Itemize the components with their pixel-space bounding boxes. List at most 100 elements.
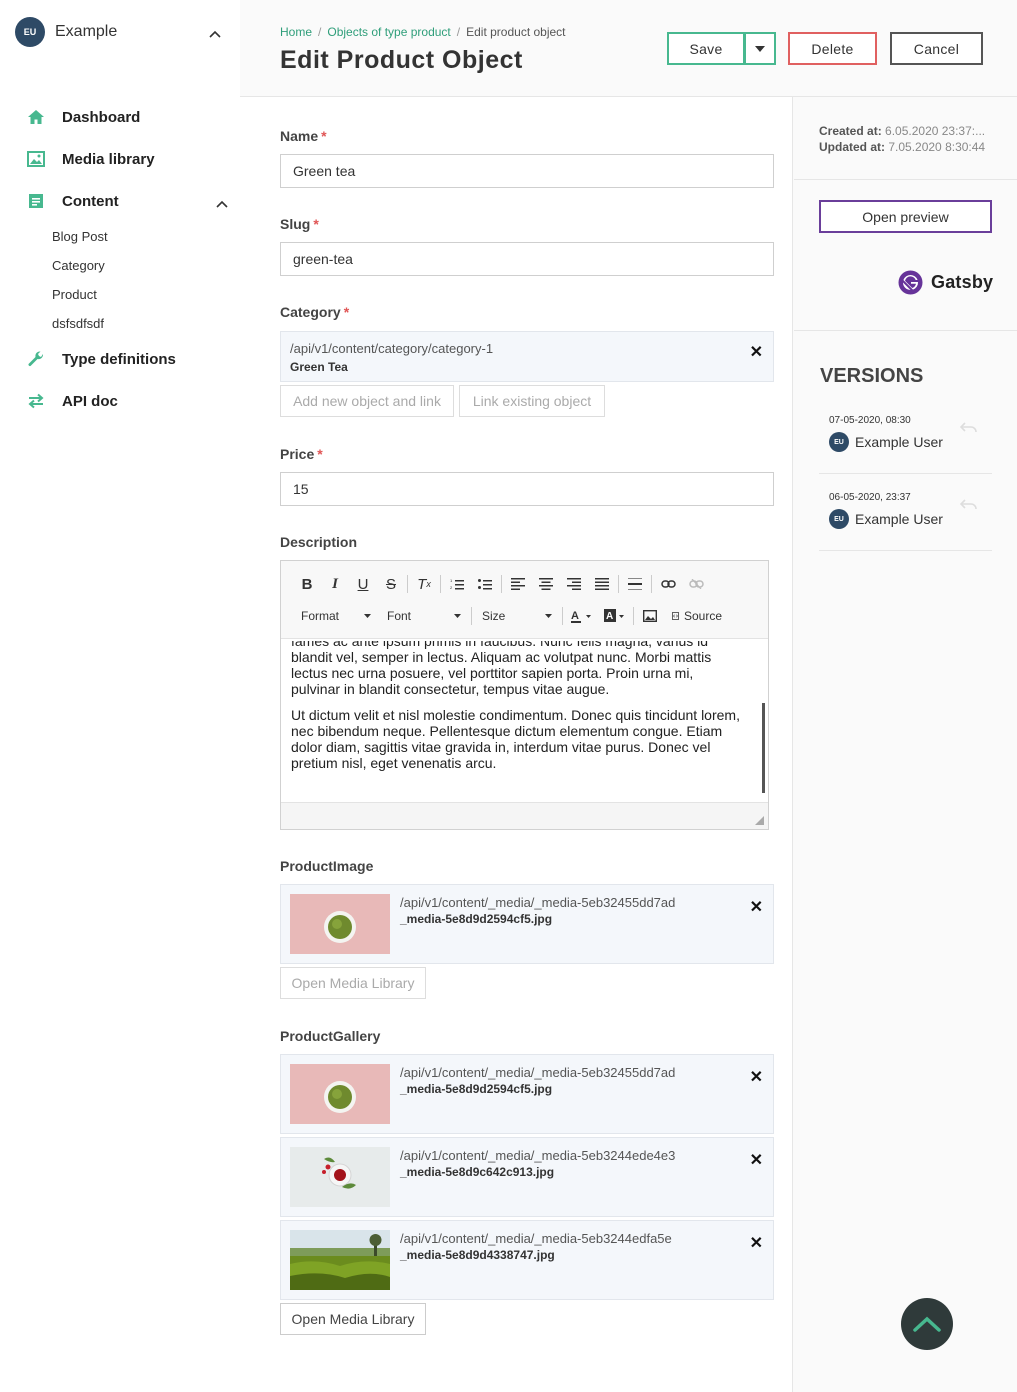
gallery-item: /api/v1/content/_media/_media-5eb3244ede… — [280, 1137, 774, 1217]
version-item[interactable]: 06-05-2020, 23:37 EU Example User — [819, 474, 992, 551]
source-button[interactable]: Source — [664, 605, 730, 627]
toolbar-separator — [633, 607, 634, 625]
nav-media-library[interactable]: Media library — [0, 138, 240, 180]
restore-icon[interactable] — [959, 419, 978, 437]
clear-format-icon[interactable]: Tx — [410, 573, 438, 595]
nav-sub-product[interactable]: Product — [0, 280, 240, 309]
resize-handle-icon[interactable] — [755, 816, 764, 825]
media-path: /api/v1/content/_media/_media-5eb3244ede… — [400, 1148, 676, 1163]
page-header: Home / Objects of type product / Edit pr… — [240, 0, 1017, 97]
name-input[interactable]: Green tea — [280, 154, 774, 188]
nav-sub-blog-post[interactable]: Blog Post — [0, 222, 240, 251]
media-filename: _media-5e8d9d4338747.jpg — [400, 1248, 555, 1262]
italic-icon[interactable]: I — [321, 573, 349, 595]
align-left-icon[interactable] — [504, 573, 532, 595]
price-label: Price * — [280, 446, 323, 462]
scroll-to-top-button[interactable] — [901, 1298, 953, 1350]
project-avatar: EU — [15, 17, 45, 47]
align-center-icon[interactable] — [532, 573, 560, 595]
nav-label: Media library — [62, 150, 155, 168]
info-panel: Created at: 6.05.2020 23:37:... Updated … — [794, 97, 1017, 1392]
nav-api-doc[interactable]: API doc — [0, 380, 240, 422]
close-icon[interactable]: ✕ — [750, 1150, 763, 1170]
link-existing-object-button[interactable]: Link existing object — [459, 385, 605, 417]
price-input[interactable]: 15 — [280, 472, 774, 506]
caret-down-icon — [454, 614, 461, 618]
close-icon[interactable]: ✕ — [750, 897, 763, 917]
justify-icon[interactable] — [588, 573, 616, 595]
category-reference: /api/v1/content/category/category-1 Gree… — [280, 331, 774, 382]
restore-icon[interactable] — [959, 496, 978, 514]
project-switcher[interactable]: EU Example — [15, 16, 235, 48]
nav-content[interactable]: Content — [0, 180, 240, 222]
project-name: Example — [55, 23, 118, 40]
save-dropdown-button[interactable] — [744, 32, 776, 65]
font-select[interactable]: Font — [379, 605, 469, 627]
updated-value: 7.05.2020 8:30:44 — [888, 140, 986, 154]
editor-content[interactable]: fames ac ante ipsum primis in faucibus. … — [291, 641, 746, 801]
insert-image-icon[interactable] — [636, 605, 664, 627]
breadcrumb-home[interactable]: Home — [280, 25, 312, 39]
nav-sub-category[interactable]: Category — [0, 251, 240, 280]
format-select[interactable]: Format — [293, 605, 379, 627]
product-gallery-label: ProductGallery — [280, 1028, 381, 1044]
slug-input[interactable]: green-tea — [280, 242, 774, 276]
versions-title: VERSIONS — [820, 365, 924, 387]
unlink-icon[interactable] — [682, 573, 710, 595]
underline-icon[interactable]: U — [349, 573, 377, 595]
open-preview-button[interactable]: Open preview — [819, 200, 992, 233]
cancel-button[interactable]: Cancel — [890, 32, 983, 65]
breadcrumb-objects[interactable]: Objects of type product — [327, 25, 450, 39]
gatsby-logo: Gatsby — [898, 270, 993, 295]
bold-icon[interactable]: B — [293, 573, 321, 595]
nav-sub-dsfsdfsdf[interactable]: dsfsdfsdf — [0, 309, 240, 338]
chevron-up-icon[interactable] — [216, 195, 228, 213]
home-icon — [26, 107, 46, 127]
name-label: Name * — [280, 128, 327, 144]
nav-label: Content — [62, 192, 119, 210]
delete-button[interactable]: Delete — [788, 32, 877, 65]
version-item[interactable]: 07-05-2020, 08:30 EU Example User — [819, 397, 992, 474]
open-media-library-button[interactable]: Open Media Library — [280, 1303, 426, 1335]
close-icon[interactable]: ✕ — [750, 1067, 763, 1087]
version-user-name: Example User — [855, 434, 943, 450]
editor-scrollbar[interactable] — [762, 703, 765, 793]
media-path: /api/v1/content/_media/_media-5eb3244edf… — [400, 1231, 672, 1246]
version-date: 06-05-2020, 23:37 — [829, 492, 911, 503]
chevron-up-icon — [913, 1316, 941, 1332]
size-select[interactable]: Size — [474, 605, 560, 627]
nav-label: API doc — [62, 392, 118, 410]
bullet-list-icon[interactable] — [471, 573, 499, 595]
toolbar-separator — [440, 575, 441, 593]
save-button[interactable]: Save — [667, 32, 745, 65]
close-icon[interactable]: ✕ — [750, 1233, 763, 1253]
background-color-icon[interactable]: A — [599, 605, 631, 627]
horizontal-rule-icon[interactable] — [621, 573, 649, 595]
chevron-up-icon[interactable] — [209, 25, 221, 43]
strikethrough-icon[interactable]: S — [377, 573, 405, 595]
toolbar-separator — [562, 607, 563, 625]
breadcrumb-current: Edit product object — [466, 25, 566, 39]
add-new-object-button[interactable]: Add new object and link — [280, 385, 454, 417]
open-media-library-button[interactable]: Open Media Library — [280, 967, 426, 999]
text-color-icon[interactable]: A — [565, 605, 599, 627]
svg-text:1: 1 — [450, 578, 453, 583]
category-path: /api/v1/content/category/category-1 — [290, 341, 494, 356]
nav-type-definitions[interactable]: Type definitions — [0, 338, 240, 380]
editor-toolbar: B I U S Tx 12 Format Font Size A A Sourc… — [281, 561, 768, 639]
product-image-item: /api/v1/content/_media/_media-5eb32455dd… — [280, 884, 774, 964]
divider — [794, 330, 1017, 331]
nav-dashboard[interactable]: Dashboard — [0, 96, 240, 138]
main-area: Home / Objects of type product / Edit pr… — [240, 0, 1017, 1392]
breadcrumb-separator: / — [318, 25, 322, 39]
slug-label: Slug * — [280, 216, 319, 232]
editor-footer — [281, 802, 768, 829]
divider — [794, 179, 1017, 180]
align-right-icon[interactable] — [560, 573, 588, 595]
close-icon[interactable]: ✕ — [750, 342, 763, 362]
rich-text-editor: B I U S Tx 12 Format Font Size A A Sourc… — [280, 560, 769, 830]
link-icon[interactable] — [654, 573, 682, 595]
sidebar: EU Example Dashboard Media library Conte… — [0, 0, 240, 1392]
numbered-list-icon[interactable]: 12 — [443, 573, 471, 595]
toolbar-separator — [501, 575, 502, 593]
